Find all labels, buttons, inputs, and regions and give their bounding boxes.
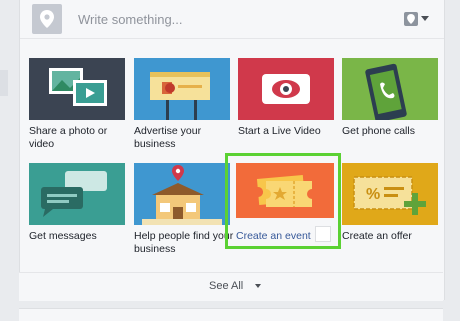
svg-text:%: % (366, 186, 380, 203)
chevron-down-icon (421, 16, 429, 21)
see-all-row: See All (19, 272, 443, 301)
option-label[interactable]: Start a Live Video (238, 125, 338, 138)
left-column-edge (0, 70, 8, 96)
next-card (19, 308, 443, 321)
option-label[interactable]: Get messages (29, 230, 129, 243)
location-pin-icon (404, 12, 418, 26)
highlight-box (225, 153, 341, 249)
photo-video-icon (49, 68, 107, 106)
messages-icon (41, 171, 107, 217)
offer-coupon-icon: % (353, 176, 426, 215)
post-composer[interactable]: Write something... (20, 0, 444, 39)
location-button[interactable] (404, 12, 444, 28)
create-offer-tile[interactable]: % (342, 163, 438, 225)
option-label[interactable]: Advertise your business (134, 125, 234, 151)
billboard-icon (150, 72, 210, 120)
get-phone-calls-tile[interactable] (342, 58, 438, 120)
phone-call-icon (365, 63, 407, 120)
start-live-video-tile[interactable] (238, 58, 334, 120)
live-video-icon (262, 74, 310, 104)
chevron-down-icon (255, 284, 261, 288)
option-label[interactable]: Share a photo or video (29, 125, 129, 151)
option-label[interactable]: Get phone calls (342, 125, 442, 138)
avatar (32, 4, 62, 34)
option-label[interactable]: Help people find your business (134, 230, 234, 256)
advertise-business-tile[interactable] (134, 58, 230, 120)
composer-placeholder[interactable]: Write something... (78, 12, 183, 27)
option-label[interactable]: Create an offer (342, 230, 442, 243)
storefront-icon (142, 165, 222, 225)
share-photo-video-tile[interactable] (29, 58, 125, 120)
get-messages-tile[interactable] (29, 163, 125, 225)
help-people-find-business-tile[interactable] (134, 163, 230, 225)
location-pin-icon (40, 10, 54, 28)
see-all-button[interactable]: See All (209, 280, 243, 292)
